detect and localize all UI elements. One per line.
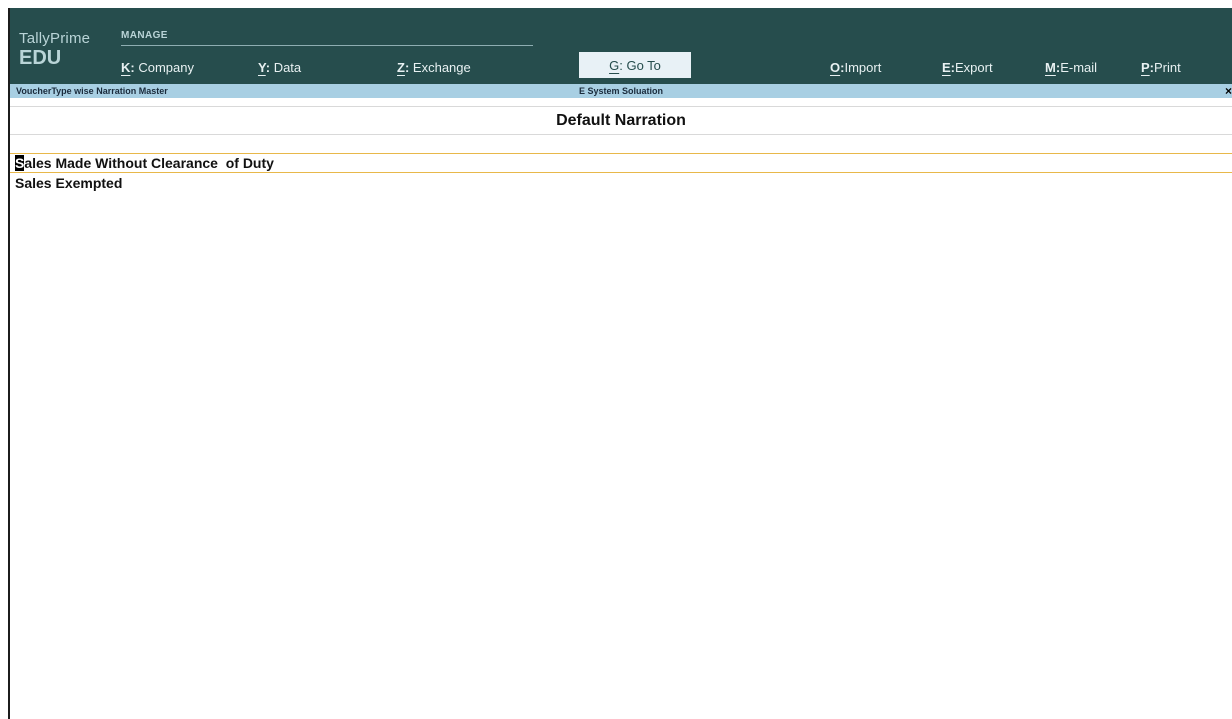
list-item[interactable]: Sales Exempted bbox=[10, 173, 1232, 193]
menu-data-key: Y bbox=[258, 60, 266, 75]
menu-company-label: Company bbox=[138, 60, 194, 75]
menu-exchange-label: Exchange bbox=[412, 60, 471, 75]
screen-name: VoucherType wise Narration Master bbox=[16, 86, 168, 96]
brand-edition: EDU bbox=[19, 47, 62, 69]
app-window: TallyPrime EDU MANAGE K: Company Y: Data… bbox=[0, 0, 1232, 719]
list-header: Default Narration bbox=[10, 107, 1232, 135]
screen-title-bar: E System Soluation VoucherType wise Narr… bbox=[10, 84, 1232, 98]
goto-label: Go To bbox=[626, 57, 661, 73]
menu-company-key: K bbox=[121, 60, 131, 75]
menu-import-label: Import bbox=[844, 60, 882, 75]
list-item-text: ales Made Without Clearance of Duty bbox=[24, 155, 274, 171]
menu-export[interactable]: E:Export bbox=[942, 60, 993, 75]
menu-print[interactable]: P:Print bbox=[1141, 60, 1181, 75]
menu-print-label: Print bbox=[1154, 60, 1181, 75]
list-item[interactable]: Sales Made Without Clearance of Duty bbox=[10, 153, 1232, 173]
goto-key: G bbox=[609, 57, 620, 73]
company-name: E System Soluation bbox=[578, 86, 664, 96]
menu-exchange[interactable]: Z: Exchange bbox=[397, 60, 471, 75]
frame-top bbox=[0, 0, 1232, 8]
text-cursor: S bbox=[15, 155, 25, 171]
goto-button[interactable]: G: Go To bbox=[579, 52, 691, 78]
manage-section-label: MANAGE bbox=[121, 30, 168, 41]
narration-list: Sales Made Without Clearance of Duty Sal… bbox=[10, 153, 1232, 193]
menu-data[interactable]: Y: Data bbox=[258, 60, 301, 75]
manage-divider bbox=[121, 45, 533, 46]
menu-email[interactable]: M:E-mail bbox=[1045, 60, 1097, 75]
brand-name: TallyPrime bbox=[19, 30, 91, 47]
menu-export-label: Export bbox=[955, 60, 993, 75]
menu-import-key: O bbox=[830, 60, 841, 75]
menu-print-key: P bbox=[1141, 60, 1150, 75]
menu-email-key: M bbox=[1045, 60, 1056, 75]
menu-email-label: E-mail bbox=[1060, 60, 1098, 75]
menu-company[interactable]: K: Company bbox=[121, 60, 194, 75]
list-item-text: Sales Exempted bbox=[15, 175, 123, 191]
list-title: Default Narration bbox=[556, 112, 686, 129]
menu-data-label: Data bbox=[273, 60, 302, 75]
menu-export-key: E bbox=[942, 60, 951, 75]
menu-exchange-key: Z bbox=[397, 60, 405, 75]
top-bar: TallyPrime EDU MANAGE K: Company Y: Data… bbox=[10, 8, 1232, 84]
menu-import[interactable]: O:Import bbox=[830, 60, 881, 75]
close-icon[interactable]: × bbox=[1225, 84, 1232, 98]
title-separator bbox=[10, 98, 1232, 107]
